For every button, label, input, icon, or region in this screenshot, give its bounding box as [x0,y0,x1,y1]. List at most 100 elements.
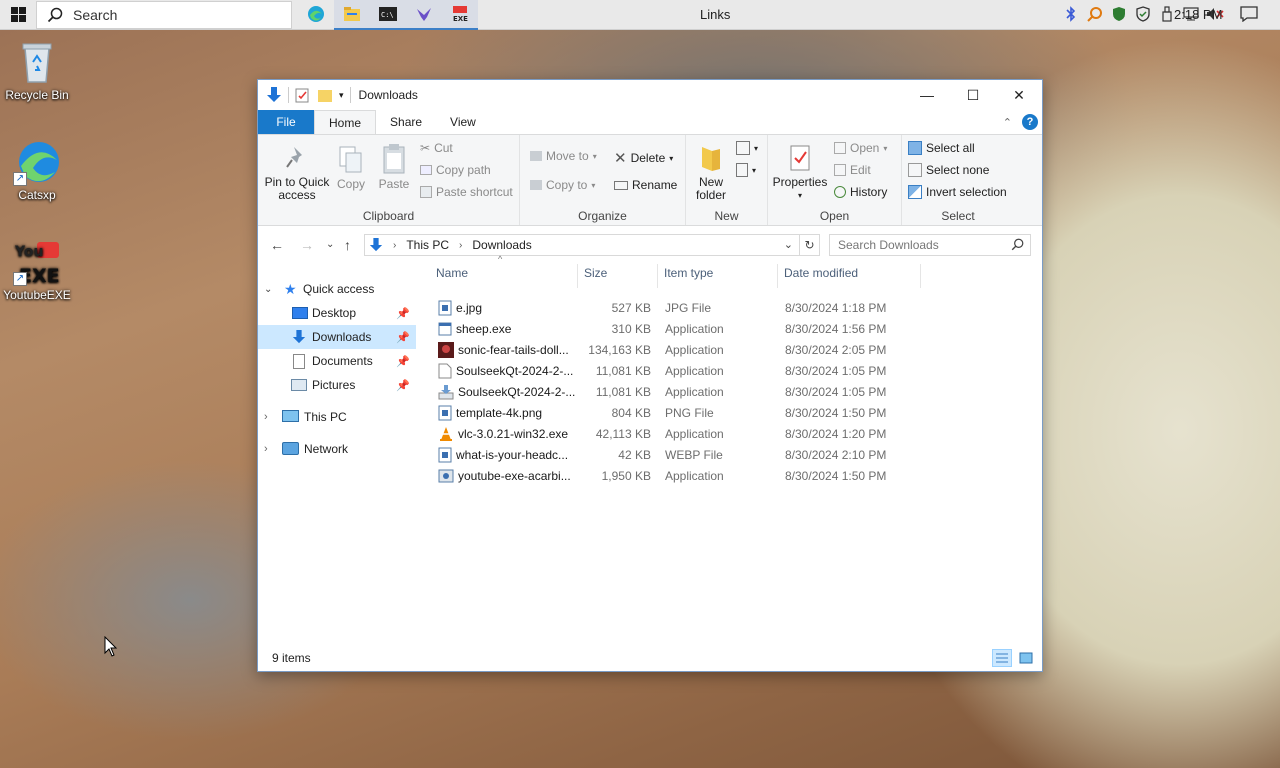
taskbar-terminal[interactable]: C:\ [370,0,406,30]
title-bar[interactable]: ▾ Downloads — ☐ ✕ [258,80,1042,110]
notification-icon[interactable] [1240,6,1258,25]
file-name-cell[interactable]: e.jpg [438,300,482,316]
help-icon[interactable]: ? [1022,114,1038,130]
collapsed-chevron-icon[interactable]: › [264,411,268,423]
tab-file[interactable]: File [258,110,314,134]
star-icon: ★ [284,280,297,297]
file-row[interactable]: youtube-exe-acarbi... 1,950 KB Application… [430,465,930,486]
breadcrumb-downloads[interactable]: Downloads [472,238,531,252]
taskbar-edge[interactable] [298,0,334,30]
rename-button[interactable]: Rename [614,178,677,192]
properties-button[interactable]: Properties ▾ [772,143,828,202]
paste-button[interactable]: Paste [376,143,412,191]
nav-desktop[interactable]: Desktop 📌 [258,301,416,325]
start-button[interactable] [0,0,36,30]
forward-arrow-icon[interactable]: → [300,237,314,253]
paste-shortcut-button[interactable]: Paste shortcut [420,185,513,199]
taskbar-clock[interactable]: 2:18 PM [1174,7,1222,22]
qa-dropdown-icon[interactable]: ▾ [339,90,344,101]
file-name-cell[interactable]: template-4k.png [438,405,542,421]
file-row[interactable]: sonic-fear-tails-doll... 134,163 KB Applic… [430,339,930,360]
copy-to-button[interactable]: Copy to ▾ [530,178,595,192]
edit-button[interactable]: Edit [834,163,871,177]
file-row[interactable]: sheep.exe 310 KB Application 8/30/2024 1:56… [430,318,930,339]
desktop-icon-youtubeexe[interactable]: You EXE ↗ YoutubeEXE [0,238,74,302]
antivirus-shield-icon[interactable] [1110,5,1128,23]
column-size[interactable]: Size [584,266,607,280]
taskbar-search-input[interactable]: Search [36,0,292,29]
nav-quick-access[interactable]: ⌄ ★ Quick access [258,277,416,301]
close-button[interactable]: ✕ [996,80,1042,110]
file-row[interactable]: SoulseekQt-2024-2-... 11,081 KB Applicatio… [430,381,930,402]
open-button[interactable]: Open ▾ [834,141,887,155]
column-date-modified[interactable]: Date modified [784,266,858,280]
file-name-cell[interactable]: sheep.exe [438,321,511,337]
address-dropdown-icon[interactable]: ⌄ [784,238,793,251]
taskbar-bird-app[interactable] [406,0,442,30]
pin-to-quick-access-button[interactable]: Pin to Quick access [264,145,330,202]
file-name-cell[interactable]: vlc-3.0.21-win32.exe [438,426,568,442]
nav-network[interactable]: › Network [258,437,416,461]
column-item-type[interactable]: Item type [664,266,713,280]
bluetooth-icon[interactable] [1062,5,1080,23]
up-arrow-icon[interactable]: ↑ [344,237,351,253]
copy-path-button[interactable]: Copy path [420,163,491,177]
invert-selection-button[interactable]: Invert selection [908,185,1007,199]
new-folder-icon[interactable] [317,87,333,103]
address-bar[interactable]: › This PC › Downloads ⌄ [364,234,800,256]
details-view-icon[interactable] [992,649,1012,667]
file-date-modified: 8/30/2024 1:05 PM [785,363,887,378]
delete-button[interactable]: ✕ Delete ▾ [614,149,673,167]
taskbar-exe-app[interactable]: EXE [442,0,478,30]
security-center-icon[interactable] [1134,5,1152,23]
breadcrumb-chevron-icon[interactable]: › [459,240,462,251]
collapsed-chevron-icon[interactable]: › [264,443,268,455]
column-name[interactable]: Name [436,266,468,280]
nav-pictures[interactable]: Pictures 📌 [258,373,416,397]
file-name-cell[interactable]: youtube-exe-acarbi... [438,468,571,484]
file-name-cell[interactable]: SoulseekQt-2024-2-... [438,363,573,379]
large-icons-view-icon[interactable] [1016,649,1036,667]
expanded-chevron-icon[interactable]: ⌄ [264,284,272,295]
breadcrumb-this-pc[interactable]: This PC [406,238,449,252]
search-downloads-input[interactable]: Search Downloads [829,234,1031,256]
nav-this-pc[interactable]: › This PC [258,405,416,429]
back-arrow-icon[interactable]: ← [270,237,284,253]
nav-documents[interactable]: Documents 📌 [258,349,416,373]
new-folder-icon [702,147,720,171]
breadcrumb-chevron-icon[interactable]: › [393,240,396,251]
file-name-cell[interactable]: SoulseekQt-2024-2-... [438,384,575,400]
desktop-icon-recycle-bin[interactable]: Recycle Bin [0,38,74,102]
tab-share[interactable]: Share [376,110,436,134]
maximize-button[interactable]: ☐ [950,80,996,110]
file-row[interactable]: what-is-your-headc... 42 KB WEBP File 8/30/… [430,444,930,465]
file-row[interactable]: template-4k.png 804 KB PNG File 8/30/2024 1… [430,402,930,423]
move-to-button[interactable]: Move to ▾ [530,149,597,163]
taskbar-file-explorer[interactable] [334,0,370,30]
select-all-button[interactable]: Select all [908,141,975,155]
copy-button[interactable]: Copy [334,145,368,191]
file-name-cell[interactable]: sonic-fear-tails-doll... [438,341,569,358]
edge-icon [308,5,324,22]
delete-label: Delete [630,151,666,165]
nav-downloads[interactable]: Downloads 📌 [258,325,416,349]
cut-button[interactable]: ✂ Cut [420,141,453,155]
refresh-icon[interactable]: ↻ [800,234,820,256]
file-row[interactable]: vlc-3.0.21-win32.exe 42,113 KB Application… [430,423,930,444]
new-folder-button[interactable]: New folder [690,143,732,202]
history-button[interactable]: History [834,185,887,199]
tab-view[interactable]: View [436,110,490,134]
recent-locations-chevron-icon[interactable]: ⌄ [326,239,334,250]
minimize-button[interactable]: — [904,80,950,110]
easy-access-button[interactable]: ▾ [736,163,756,177]
tab-home[interactable]: Home [314,110,377,134]
properties-check-icon[interactable] [295,87,311,103]
file-row[interactable]: SoulseekQt-2024-2-... 11,081 KB Applicatio… [430,360,930,381]
file-row[interactable]: e.jpg 527 KB JPG File 8/30/2024 1:18 PM [430,297,930,318]
magnifier-tray-icon[interactable] [1086,5,1104,23]
desktop-icon-catsxp[interactable]: ↗ Catsxp [0,138,74,202]
select-none-button[interactable]: Select none [908,163,989,177]
file-name-cell[interactable]: what-is-your-headc... [438,447,568,463]
new-item-button[interactable]: ▾ [736,141,758,155]
collapse-ribbon-icon[interactable]: ⌃ [1003,116,1012,129]
